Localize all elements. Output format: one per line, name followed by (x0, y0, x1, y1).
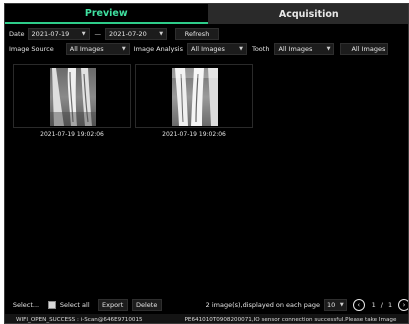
chevron-down-icon: ▼ (326, 46, 331, 52)
tab-acquisition[interactable]: Acquisition (207, 4, 408, 24)
select-all-label: Select all (59, 301, 90, 309)
date-to-select[interactable]: 2021-07-20 ▼ (105, 28, 168, 40)
chevron-down-icon: ▼ (239, 46, 243, 52)
chevron-down-icon: ▼ (339, 302, 344, 308)
image-timestamp: 2021-07-19 19:02:06 (40, 131, 104, 138)
date-label: Date (9, 30, 25, 38)
image-thumbnail[interactable] (13, 64, 131, 128)
chevron-down-icon: ▼ (159, 31, 164, 37)
image-analysis-value: All Images (190, 45, 225, 53)
image-source-value: All Images (69, 45, 104, 53)
date-filter-row: Date 2021-07-19 ▼ — 2021-07-20 ▼ Refresh (5, 27, 220, 41)
current-page: 1 (371, 301, 376, 309)
page-separator: / (380, 301, 383, 309)
page-size-select[interactable]: 10 ▼ (324, 299, 347, 311)
image-filter-row: Image Source All Images ▼ Image Analysis… (5, 42, 389, 56)
dental-xray-image (172, 68, 218, 126)
export-button[interactable]: Export (97, 299, 128, 311)
date-to-value: 2021-07-20 (109, 30, 147, 38)
dental-xray-image (50, 68, 96, 126)
extra-filter-value: All Images (351, 45, 386, 53)
image-timestamp: 2021-07-19 19:02:06 (162, 131, 226, 138)
bottom-toolbar: Select... Select all Export Delete 2 ima… (5, 297, 408, 313)
app-window: Preview Acquisition Date 2021-07-19 ▼ — … (4, 3, 409, 324)
date-from-value: 2021-07-19 (31, 30, 70, 38)
total-pages: 1 (388, 301, 393, 309)
delete-button[interactable]: Delete (131, 299, 162, 311)
select-button[interactable]: Select... (10, 299, 42, 311)
chevron-down-icon: ▼ (81, 31, 86, 37)
select-all-checkbox[interactable] (48, 301, 56, 309)
date-separator: — (94, 30, 102, 38)
tooth-value: All Images (278, 45, 313, 53)
image-thumbnail[interactable] (135, 64, 253, 128)
image-analysis-label: Image Analysis (133, 45, 183, 53)
chevron-right-icon[interactable]: › (398, 299, 408, 311)
tooth-select[interactable]: All Images ▼ (274, 43, 335, 55)
status-bar: WIFI_OPEN_SUCCESS : i-Scan@646E9710015 P… (5, 314, 408, 323)
image-source-select[interactable]: All Images ▼ (65, 43, 130, 55)
image-analysis-select[interactable]: All Images ▼ (186, 43, 247, 55)
date-from-select[interactable]: 2021-07-19 ▼ (27, 28, 90, 40)
chevron-down-icon: ▼ (121, 46, 126, 52)
page-size-value: 10 (327, 301, 336, 309)
status-wifi-text: WIFI_OPEN_SUCCESS : i-Scan@646E9710015 (16, 316, 143, 323)
tooth-label: Tooth (251, 45, 270, 53)
image-source-label: Image Source (9, 45, 54, 53)
tab-bar: Preview Acquisition (5, 4, 408, 24)
tab-preview[interactable]: Preview (5, 4, 208, 24)
extra-filter-select[interactable]: All Images (340, 43, 389, 55)
status-sensor-text: PE641010T0908200071,IO sensor connection… (184, 316, 397, 323)
refresh-button[interactable]: Refresh (175, 28, 220, 40)
page-info-text: 2 image(s),displayed on each page (205, 301, 321, 309)
chevron-left-icon[interactable]: ‹ (352, 299, 365, 311)
